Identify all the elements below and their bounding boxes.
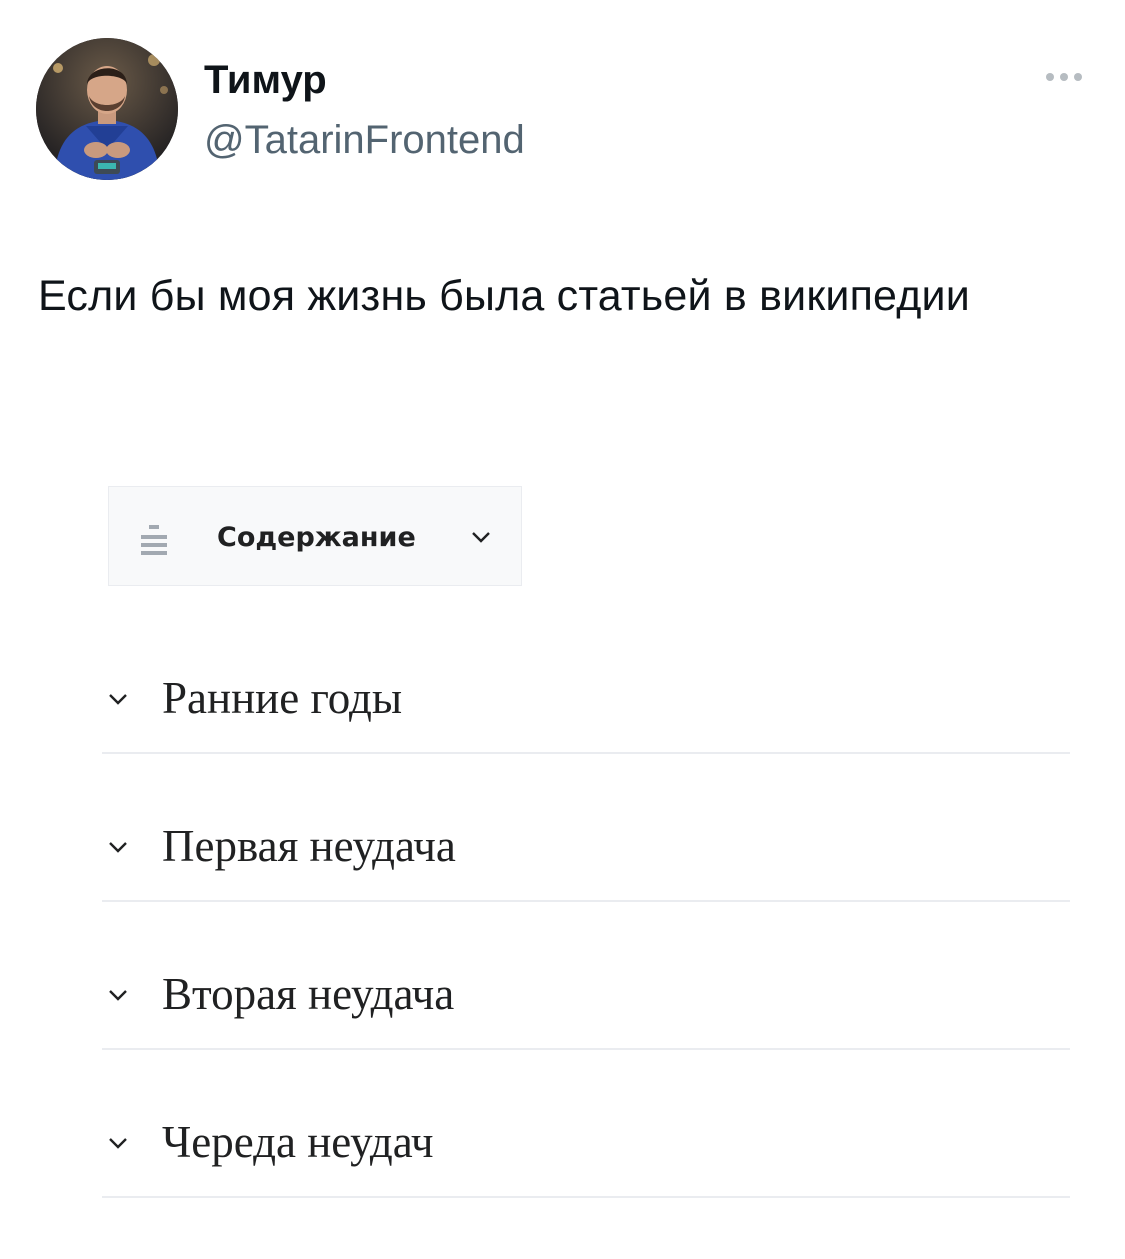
section-title: Первая неудача: [162, 821, 456, 871]
toc-section-item[interactable]: Череда неудач: [100, 1100, 1070, 1200]
section-title: Ранние годы: [162, 673, 403, 723]
toc-toggle-button[interactable]: Содержание: [108, 486, 522, 586]
toc-label: Содержание: [217, 522, 416, 553]
chevron-down-icon: [109, 990, 127, 1001]
list-icon: [141, 525, 175, 555]
chevron-down-icon: [109, 694, 127, 705]
section-title: Вторая неудача: [162, 969, 455, 1019]
chevron-down-icon: [472, 532, 490, 543]
more-horizontal-icon-dot: [1074, 73, 1082, 81]
divider: [102, 1048, 1070, 1050]
more-options-button[interactable]: [1036, 62, 1092, 92]
chevron-down-icon: [109, 842, 127, 853]
tweet-media-image[interactable]: Содержание Ранние годы Первая неудача Вт…: [100, 476, 1075, 1216]
avatar[interactable]: [36, 38, 178, 180]
section-title: Череда неудач: [162, 1117, 434, 1167]
toc-section-item[interactable]: Первая неудача: [100, 804, 1070, 904]
divider: [102, 752, 1070, 754]
toc-section-item[interactable]: Вторая неудача: [100, 952, 1070, 1052]
divider: [102, 900, 1070, 902]
tweet-text: Если бы моя жизнь была статьей в википед…: [38, 272, 970, 320]
more-horizontal-icon-dot: [1060, 73, 1068, 81]
author-handle[interactable]: @TatarinFrontend: [204, 116, 525, 164]
divider: [102, 1196, 1070, 1198]
author-name[interactable]: Тимур: [204, 56, 327, 104]
toc-section-item[interactable]: Ранние годы: [100, 656, 1070, 756]
chevron-down-icon: [109, 1138, 127, 1149]
more-horizontal-icon: [1046, 73, 1054, 81]
